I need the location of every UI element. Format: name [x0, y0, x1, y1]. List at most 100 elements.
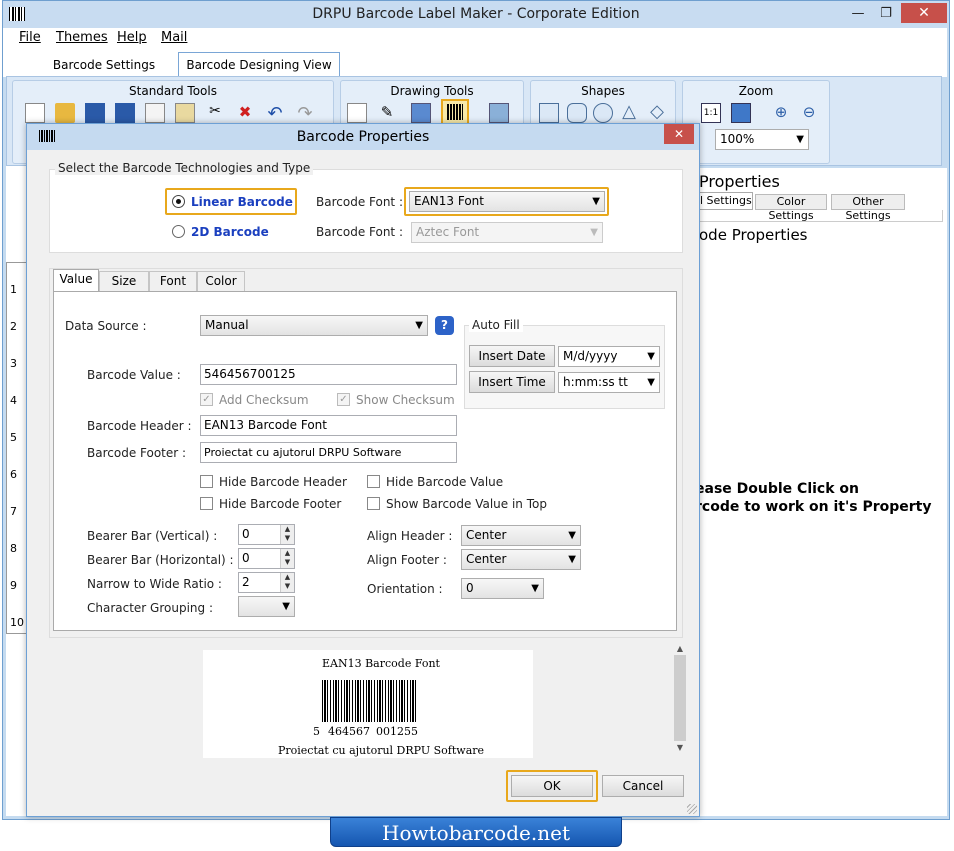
barcode-footer-input[interactable]: Proiectat cu ajutorul DRPU Software	[200, 442, 457, 463]
panel-subtitle: ode Properties	[699, 226, 808, 244]
preview-barcode-bars	[322, 680, 418, 722]
linear-barcode-label[interactable]: Linear Barcode	[191, 195, 293, 209]
date-format-select[interactable]: M/d/yyyy ▼	[558, 346, 660, 367]
save-as-icon[interactable]	[115, 103, 135, 123]
undo-icon[interactable]: ↶	[265, 103, 285, 124]
dialog-title-bar: Barcode Properties ✕	[27, 124, 699, 150]
data-source-select[interactable]: Manual ▼	[200, 315, 428, 336]
close-window-button[interactable]: ✕	[901, 3, 947, 23]
tab-barcode-designing-view[interactable]: Barcode Designing View	[178, 52, 340, 78]
menu-file[interactable]: File	[19, 30, 41, 45]
zoom-select[interactable]: 100% ▼	[715, 129, 809, 150]
scroll-down-icon[interactable]: ▼	[673, 743, 687, 752]
pen-tool-icon[interactable]: ✎	[377, 103, 397, 123]
bearer-horizontal-label: Bearer Bar (Horizontal) :	[87, 553, 234, 567]
rectangle-shape-icon[interactable]	[539, 103, 559, 123]
chevron-down-icon: ▼	[592, 196, 600, 207]
copy-icon[interactable]	[145, 103, 165, 123]
narrow-wide-ratio-stepper[interactable]: 2 ▲ ▼	[238, 572, 295, 593]
scroll-thumb[interactable]	[674, 655, 686, 741]
insert-time-button[interactable]: Insert Time	[469, 371, 555, 393]
ok-button[interactable]: OK	[511, 775, 593, 797]
stepper-arrows-icon[interactable]: ▲ ▼	[280, 525, 294, 544]
show-value-top-checkbox[interactable]	[367, 497, 380, 510]
vertical-ruler: 1 2 3 4 5 6 7 8 9 10	[6, 262, 28, 634]
open-folder-icon[interactable]	[55, 103, 75, 123]
picture-tool-icon[interactable]	[411, 103, 431, 123]
cut-icon[interactable]: ✂	[205, 103, 225, 123]
hide-header-checkbox[interactable]	[200, 475, 213, 488]
hide-value-label: Hide Barcode Value	[386, 475, 504, 489]
tab-value[interactable]: Value	[53, 269, 99, 291]
menu-help[interactable]: Help	[117, 30, 147, 45]
orientation-select[interactable]: 0 ▼	[461, 578, 544, 599]
redo-icon[interactable]: ↷	[295, 103, 315, 124]
dialog-close-button[interactable]: ✕	[664, 124, 694, 144]
barcode-value-input[interactable]: 546456700125	[200, 364, 457, 385]
ruler-number: 1	[10, 283, 17, 296]
menu-mail[interactable]: Mail	[161, 30, 187, 45]
date-format-value: M/d/yyyy	[563, 349, 618, 363]
stepper-arrows-icon[interactable]: ▲ ▼	[280, 573, 294, 592]
rounded-rectangle-shape-icon[interactable]	[567, 103, 587, 123]
data-source-label: Data Source :	[65, 319, 147, 333]
hide-footer-checkbox[interactable]	[200, 497, 213, 510]
2d-barcode-radio[interactable]	[172, 225, 185, 238]
group-title: Shapes	[581, 84, 625, 98]
delete-icon[interactable]: ✖	[235, 103, 255, 123]
barcode-font-select[interactable]: EAN13 Font ▼	[409, 191, 605, 212]
show-checksum-checkbox[interactable]: ✓	[337, 393, 350, 406]
zoom-actual-size-icon[interactable]: 1:1	[701, 103, 721, 123]
ellipse-shape-icon[interactable]	[593, 103, 613, 123]
menu-themes[interactable]: Themes	[56, 30, 108, 45]
bearer-horizontal-stepper[interactable]: 0 ▲ ▼	[238, 548, 295, 569]
diamond-shape-icon[interactable]: ◇	[647, 103, 667, 123]
zoom-fit-icon[interactable]	[731, 103, 751, 123]
cancel-button[interactable]: Cancel	[602, 775, 684, 797]
tab-general-settings[interactable]: l Settings	[699, 192, 753, 210]
zoom-out-icon[interactable]: ⊖	[799, 103, 819, 123]
help-icon[interactable]: ?	[435, 316, 454, 335]
maximize-button[interactable]: ❐	[873, 5, 899, 23]
bearer-vertical-label: Bearer Bar (Vertical) :	[87, 529, 218, 543]
image-library-icon[interactable]	[489, 103, 509, 123]
tab-size[interactable]: Size	[99, 271, 149, 291]
2d-barcode-label[interactable]: 2D Barcode	[191, 225, 269, 239]
new-file-icon[interactable]	[25, 103, 45, 123]
insert-date-button[interactable]: Insert Date	[469, 345, 555, 367]
show-checksum-label: Show Checksum	[356, 393, 455, 407]
tab-other-settings[interactable]: Other Settings	[831, 194, 905, 222]
group-title: Zoom	[738, 84, 774, 98]
minimize-button[interactable]: —	[845, 5, 871, 23]
preview-scrollbar[interactable]: ▲ ▼	[673, 644, 687, 762]
hide-footer-label: Hide Barcode Footer	[219, 497, 342, 511]
tab-font[interactable]: Font	[149, 271, 197, 291]
chevron-down-icon: ▼	[415, 320, 423, 331]
zoom-in-icon[interactable]: ⊕	[771, 103, 791, 123]
align-footer-select[interactable]: Center ▼	[461, 549, 581, 570]
add-checksum-checkbox[interactable]: ✓	[200, 393, 213, 406]
triangle-shape-icon[interactable]: △	[619, 103, 639, 123]
tab-barcode-settings[interactable]: Barcode Settings	[48, 55, 160, 77]
tab-color-settings[interactable]: Color Settings	[755, 194, 827, 222]
text-tool-icon[interactable]	[347, 103, 367, 123]
align-header-select[interactable]: Center ▼	[461, 525, 581, 546]
time-format-value: h:mm:ss tt	[563, 375, 628, 389]
scroll-up-icon[interactable]: ▲	[673, 644, 687, 653]
barcode-tool-icon[interactable]	[441, 99, 469, 125]
stepper-arrows-icon[interactable]: ▲ ▼	[280, 549, 294, 568]
barcode-header-label: Barcode Header :	[87, 419, 192, 433]
resize-grip-icon[interactable]	[687, 804, 697, 814]
linear-barcode-radio[interactable]	[172, 195, 185, 208]
tab-color[interactable]: Color	[197, 271, 245, 291]
time-format-select[interactable]: h:mm:ss tt ▼	[558, 372, 660, 393]
bearer-vertical-stepper[interactable]: 0 ▲ ▼	[238, 524, 295, 545]
save-icon[interactable]	[85, 103, 105, 123]
technology-group-title: Select the Barcode Technologies and Type	[55, 161, 314, 175]
2d-barcode-font-select[interactable]: Aztec Font ▼	[411, 222, 603, 243]
paste-icon[interactable]	[175, 103, 195, 123]
barcode-header-input[interactable]: EAN13 Barcode Font	[200, 415, 457, 436]
orientation-label: Orientation :	[367, 582, 443, 596]
hide-value-checkbox[interactable]	[367, 475, 380, 488]
character-grouping-select[interactable]: ▼	[238, 596, 295, 617]
